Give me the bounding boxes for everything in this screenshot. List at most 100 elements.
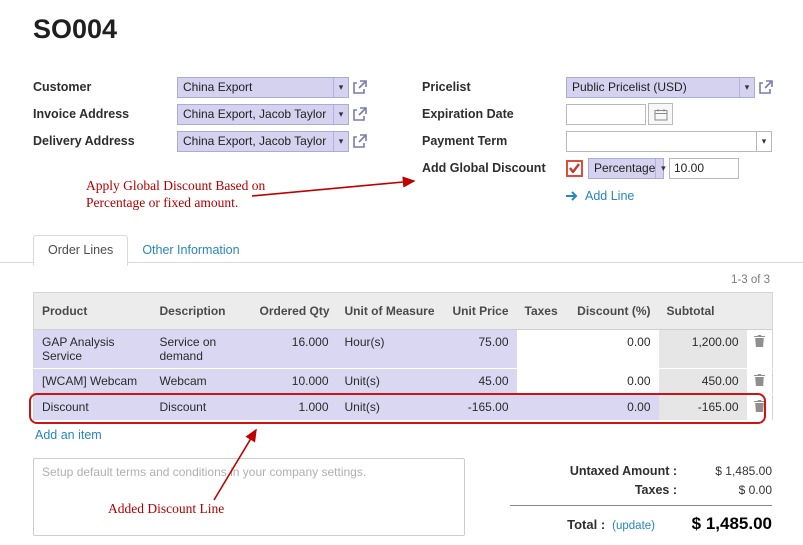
cell-product[interactable]: [WCAM] Webcam (34, 369, 152, 395)
terms-and-conditions-input[interactable]: Setup default terms and conditions in yo… (33, 458, 465, 536)
order-lines-table: Product Description Ordered Qty Unit of … (33, 292, 773, 421)
global-discount-checkbox[interactable] (566, 160, 583, 177)
pricelist-value: Public Pricelist (USD) (572, 80, 687, 94)
cell-discount[interactable]: 0.00 (565, 395, 659, 421)
customer-select[interactable]: China Export ▾ (177, 77, 349, 98)
cell-uom[interactable]: Unit(s) (337, 395, 441, 421)
page-title: SO004 (33, 14, 117, 45)
chevron-down-icon[interactable]: ▾ (739, 78, 754, 97)
add-an-item-link[interactable]: Add an item (33, 425, 104, 445)
invoice-address-external-link-icon[interactable] (352, 107, 367, 122)
col-discount[interactable]: Discount (%) (565, 293, 659, 330)
untaxed-amount-row: Untaxed Amount : $ 1,485.00 (510, 464, 772, 478)
taxes-row: Taxes : $ 0.00 (510, 483, 772, 497)
cell-unit-price[interactable]: 75.00 (441, 330, 517, 369)
cell-discount[interactable]: 0.00 (565, 330, 659, 369)
cell-description[interactable]: Webcam (152, 369, 252, 395)
add-line-row: Add Line (422, 185, 773, 207)
annotation-global-discount: Apply Global Discount Based on Percentag… (86, 178, 282, 212)
table-header-row: Product Description Ordered Qty Unit of … (34, 293, 773, 330)
order-lines-section: Product Description Ordered Qty Unit of … (33, 292, 772, 445)
trash-icon (754, 400, 765, 412)
cell-unit-price[interactable]: 45.00 (441, 369, 517, 395)
cell-subtotal: -165.00 (659, 395, 747, 421)
delete-row-button[interactable] (747, 330, 773, 369)
cell-description[interactable]: Discount (152, 395, 252, 421)
cell-qty[interactable]: 10.000 (252, 369, 337, 395)
delivery-address-field-row: Delivery Address China Export, Jacob Tay… (33, 130, 422, 152)
customer-external-link-icon[interactable] (352, 80, 367, 95)
col-unit-of-measure[interactable]: Unit of Measure (337, 293, 441, 330)
expiration-date-label: Expiration Date (422, 107, 566, 121)
cell-product[interactable]: GAP Analysis Service (34, 330, 152, 369)
delivery-address-value: China Export, Jacob Taylor (183, 134, 326, 148)
delivery-address-label: Delivery Address (33, 134, 177, 148)
cell-uom[interactable]: Hour(s) (337, 330, 441, 369)
delivery-address-select[interactable]: China Export, Jacob Taylor ▾ (177, 131, 349, 152)
chevron-down-icon[interactable]: ▾ (333, 78, 348, 97)
taxes-label: Taxes : (635, 483, 677, 497)
col-description[interactable]: Description (152, 293, 252, 330)
customer-field-row: Customer China Export ▾ (33, 76, 422, 98)
cell-uom[interactable]: Unit(s) (337, 369, 441, 395)
delete-row-button[interactable] (747, 395, 773, 421)
table-row-discount[interactable]: Discount Discount 1.000 Unit(s) -165.00 … (34, 395, 773, 421)
update-link[interactable]: (update) (612, 520, 655, 532)
expiration-date-input[interactable] (566, 104, 646, 125)
discount-type-select[interactable]: Percentage ▾ (588, 158, 664, 179)
delete-row-button[interactable] (747, 369, 773, 395)
total-value: $ 1,485.00 (662, 514, 772, 534)
col-taxes[interactable]: Taxes (517, 293, 565, 330)
col-subtotal[interactable]: Subtotal (659, 293, 747, 330)
footer-section: Setup default terms and conditions in yo… (33, 458, 772, 536)
cell-taxes[interactable] (517, 395, 565, 421)
cell-subtotal: 450.00 (659, 369, 747, 395)
global-discount-field-row: Add Global Discount Percentage ▾ (422, 157, 773, 179)
discount-type-value: Percentage (594, 161, 655, 175)
calendar-icon[interactable] (648, 103, 673, 125)
cell-qty[interactable]: 16.000 (252, 330, 337, 369)
pager: 1-3 of 3 (731, 274, 770, 286)
chevron-down-icon[interactable]: ▾ (756, 132, 771, 151)
add-line-button[interactable]: Add Line (566, 189, 634, 203)
pricelist-label: Pricelist (422, 80, 566, 94)
discount-amount-input[interactable] (669, 158, 739, 179)
cell-discount[interactable]: 0.00 (565, 369, 659, 395)
table-row[interactable]: GAP Analysis Service Service on demand 1… (34, 330, 773, 369)
table-row[interactable]: [WCAM] Webcam Webcam 10.000 Unit(s) 45.0… (34, 369, 773, 395)
global-discount-label: Add Global Discount (422, 161, 566, 175)
totals-divider (510, 505, 772, 506)
invoice-address-value: China Export, Jacob Taylor (183, 107, 326, 121)
invoice-address-select[interactable]: China Export, Jacob Taylor ▾ (177, 104, 349, 125)
tab-other-information[interactable]: Other Information (128, 236, 253, 265)
pricelist-select[interactable]: Public Pricelist (USD) ▾ (566, 77, 755, 98)
col-product[interactable]: Product (34, 293, 152, 330)
customer-value: China Export (183, 80, 252, 94)
col-ordered-qty[interactable]: Ordered Qty (252, 293, 337, 330)
col-unit-price[interactable]: Unit Price (441, 293, 517, 330)
payment-term-select[interactable]: ▾ (566, 131, 772, 152)
cell-description[interactable]: Service on demand (152, 330, 252, 369)
pricelist-external-link-icon[interactable] (758, 80, 773, 95)
cell-unit-price[interactable]: -165.00 (441, 395, 517, 421)
cell-taxes[interactable] (517, 369, 565, 395)
cell-subtotal: 1,200.00 (659, 330, 747, 369)
untaxed-amount-label: Untaxed Amount : (570, 464, 677, 478)
totals-panel: Untaxed Amount : $ 1,485.00 Taxes : $ 0.… (510, 458, 772, 536)
cell-qty[interactable]: 1.000 (252, 395, 337, 421)
taxes-value: $ 0.00 (677, 483, 772, 497)
pricelist-field-row: Pricelist Public Pricelist (USD) ▾ (422, 76, 773, 98)
delivery-address-external-link-icon[interactable] (352, 134, 367, 149)
cell-taxes[interactable] (517, 330, 565, 369)
chevron-down-icon[interactable]: ▾ (333, 105, 348, 124)
add-line-label: Add Line (585, 189, 634, 203)
tab-order-lines[interactable]: Order Lines (33, 235, 128, 266)
payment-term-label: Payment Term (422, 134, 566, 148)
cell-product[interactable]: Discount (34, 395, 152, 421)
untaxed-amount-value: $ 1,485.00 (677, 464, 772, 478)
form-right-column: Pricelist Public Pricelist (USD) ▾ Expir… (422, 76, 773, 212)
total-label: Total : (567, 517, 605, 532)
chevron-down-icon[interactable]: ▾ (333, 132, 348, 151)
notebook-tabs: Order Lines Other Information (33, 235, 254, 265)
trash-icon (754, 335, 765, 347)
